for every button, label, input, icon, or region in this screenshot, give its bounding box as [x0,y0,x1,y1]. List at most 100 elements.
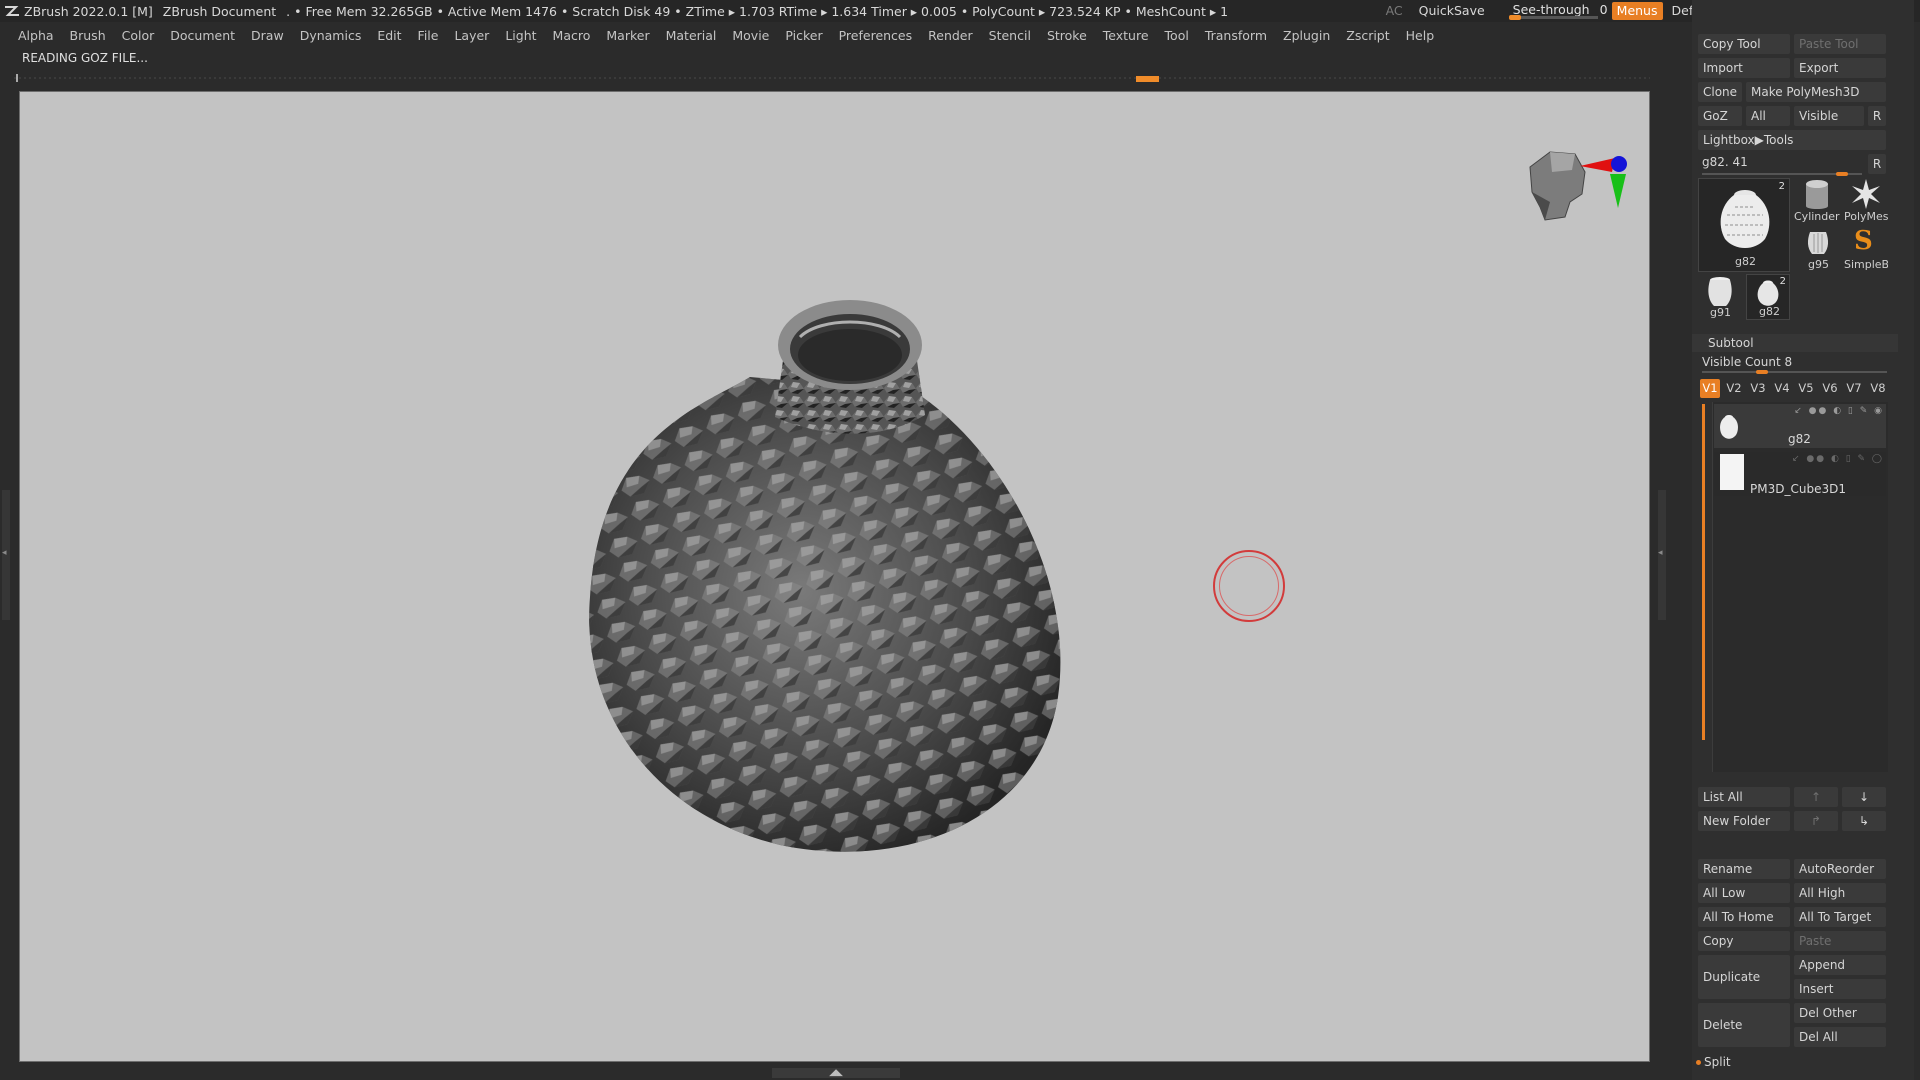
menu-layer[interactable]: Layer [446,24,497,48]
menu-marker[interactable]: Marker [598,24,657,48]
make-polymesh-button[interactable]: Make PolyMesh3D [1746,82,1886,102]
subtool-cube-controls-icon[interactable]: ↙ ●● ◐ ▯ ✎ ◯ [1792,454,1884,464]
copy-subtool-button[interactable]: Copy [1698,931,1790,951]
subtool-tab-v1[interactable]: V1 [1700,379,1720,398]
list-all-button[interactable]: List All [1698,787,1790,807]
subtool-tab-v6[interactable]: V6 [1820,379,1840,398]
navigation-gizmo[interactable] [1510,122,1630,246]
tool-thumb-simpleb-label: SimpleB [1844,258,1888,271]
tool-thumb-g95[interactable]: g95 [1794,228,1840,272]
menu-macro[interactable]: Macro [545,24,599,48]
tool-thumb-polymesh[interactable]: PolyMes [1842,178,1888,224]
export-button[interactable]: Export [1794,58,1886,78]
menu-stroke[interactable]: Stroke [1039,24,1095,48]
move-up-arrow-icon[interactable]: ↑ [1794,787,1838,807]
subtool-g82-controls-icon[interactable]: ↙ ●● ◐ ▯ ✎ ◉ [1794,406,1884,416]
split-section-header[interactable]: Split [1696,1055,1731,1069]
folder-move-icon[interactable]: ↳ [1842,811,1886,831]
left-tray-handle[interactable]: ◂ [2,490,10,620]
rename-button[interactable]: Rename [1698,859,1790,879]
all-to-target-button[interactable]: All To Target [1794,907,1886,927]
gizmo-x-axis-icon[interactable] [1580,158,1615,172]
paste-subtool-button[interactable]: Paste [1794,931,1886,951]
subtool-tab-v2[interactable]: V2 [1724,379,1744,398]
autoreorder-button[interactable]: AutoReorder [1794,859,1886,879]
menu-help[interactable]: Help [1398,24,1443,48]
subtool-tab-v7[interactable]: V7 [1844,379,1864,398]
import-button[interactable]: Import [1698,58,1790,78]
subtool-tab-v8[interactable]: V8 [1868,379,1888,398]
tool-thumb-g82-small[interactable]: 2 g82 [1746,274,1790,320]
vase-3d-model[interactable] [580,297,1080,857]
copy-tool-button[interactable]: Copy Tool [1698,34,1790,54]
ac-button[interactable]: AC [1378,0,1411,22]
menu-color[interactable]: Color [114,24,163,48]
tool-thumb-cylinder[interactable]: Cylinder [1794,178,1840,224]
visible-count-slider[interactable]: Visible Count 8 [1702,355,1887,374]
lightbox-tools-button[interactable]: Lightbox▶Tools [1698,130,1886,150]
menu-zplugin[interactable]: Zplugin [1275,24,1338,48]
g95-vase-icon [1807,232,1829,254]
delete-button[interactable]: Delete [1698,1003,1790,1047]
bottom-tray-handle[interactable]: ◢◣ [772,1068,900,1078]
tool-thumb-simpleb[interactable]: S SimpleB [1842,228,1888,272]
subtool-scrollbar[interactable] [1702,404,1705,740]
subtool-tab-v4[interactable]: V4 [1772,379,1792,398]
current-tool-slider-knob[interactable] [1836,172,1848,176]
tool-thumb-polymesh-label: PolyMes [1844,210,1888,223]
quicksave-button[interactable]: QuickSave [1411,0,1493,22]
menu-edit[interactable]: Edit [369,24,409,48]
insert-button[interactable]: Insert [1794,979,1886,999]
tool-thumb-g82-main[interactable]: 2 g82 [1698,178,1790,272]
all-high-button[interactable]: All High [1794,883,1886,903]
menu-material[interactable]: Material [658,24,725,48]
see-through-slider[interactable]: See-through 0 [1507,2,1608,20]
subtool-item-pm3d-cube[interactable]: ↙ ●● ◐ ▯ ✎ ◯ PM3D_Cube3D1 [1714,452,1886,496]
visible-count-slider-knob[interactable] [1756,370,1768,374]
menu-light[interactable]: Light [497,24,544,48]
gizmo-z-axis-icon[interactable] [1611,156,1627,172]
all-to-home-button[interactable]: All To Home [1698,907,1790,927]
subtool-tab-v5[interactable]: V5 [1796,379,1816,398]
subtool-item-g82[interactable]: ↙ ●● ◐ ▯ ✎ ◉ g82 [1714,404,1886,448]
subtool-tab-v3[interactable]: V3 [1748,379,1768,398]
menu-preferences[interactable]: Preferences [831,24,921,48]
menu-alpha[interactable]: Alpha [10,24,62,48]
goz-visible-button[interactable]: Visible [1794,106,1864,126]
tool-thumb-g91[interactable]: g91 [1698,274,1742,320]
menu-transform[interactable]: Transform [1197,24,1275,48]
menu-tool[interactable]: Tool [1157,24,1197,48]
clone-button[interactable]: Clone [1698,82,1742,102]
goz-button[interactable]: GoZ [1698,106,1742,126]
paste-tool-button[interactable]: Paste Tool [1794,34,1886,54]
del-all-button[interactable]: Del All [1794,1027,1886,1047]
tool-slider-r-button[interactable]: R [1868,154,1886,174]
menu-file[interactable]: File [410,24,447,48]
see-through-knob[interactable] [1508,15,1521,20]
canvas-viewport[interactable] [19,91,1650,1062]
folder-redo-icon[interactable]: ↱ [1794,811,1838,831]
menu-zscript[interactable]: Zscript [1338,24,1397,48]
menu-render[interactable]: Render [920,24,981,48]
menu-document[interactable]: Document [162,24,243,48]
duplicate-button[interactable]: Duplicate [1698,955,1790,999]
menu-draw[interactable]: Draw [243,24,292,48]
current-tool-slider[interactable]: g82. 41 [1702,155,1862,176]
menu-texture[interactable]: Texture [1095,24,1157,48]
append-button[interactable]: Append [1794,955,1886,975]
subtool-header[interactable]: Subtool [1692,334,1898,352]
menu-dynamics[interactable]: Dynamics [292,24,370,48]
all-low-button[interactable]: All Low [1698,883,1790,903]
right-tray-handle[interactable]: ◂ [1658,490,1666,620]
menu-stencil[interactable]: Stencil [981,24,1039,48]
menu-brush[interactable]: Brush [62,24,114,48]
menus-toggle-button[interactable]: Menus [1611,2,1663,20]
move-down-arrow-icon[interactable]: ↓ [1842,787,1886,807]
gizmo-y-axis-icon[interactable] [1610,174,1626,208]
menu-movie[interactable]: Movie [724,24,777,48]
menu-picker[interactable]: Picker [777,24,830,48]
goz-all-button[interactable]: All [1746,106,1790,126]
goz-r-button[interactable]: R [1868,106,1886,126]
del-other-button[interactable]: Del Other [1794,1003,1886,1023]
new-folder-button[interactable]: New Folder [1698,811,1790,831]
